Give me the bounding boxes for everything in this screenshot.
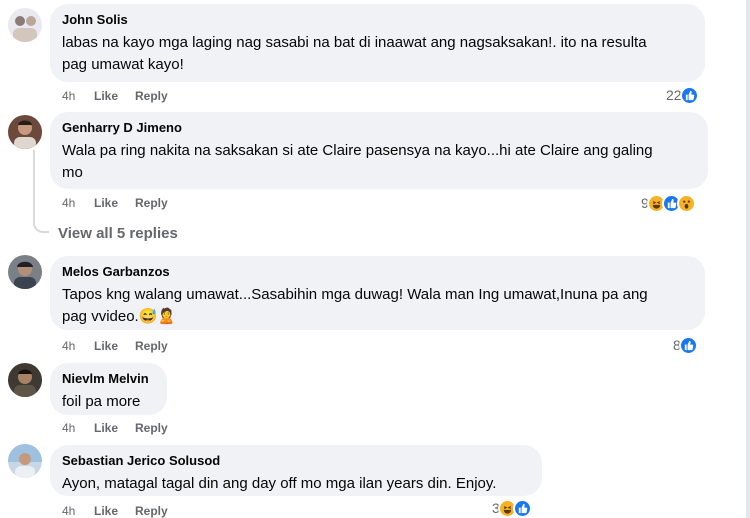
like-icon	[512, 498, 532, 518]
like-link[interactable]: Like	[94, 195, 118, 211]
comment-bubble: Sebastian Jerico Solusod Ayon, matagal t…	[50, 445, 542, 496]
comment-bubble: Nievlm Melvin foil pa more	[50, 363, 167, 415]
comment-text: labas na kayo mga laging nag sasabi na b…	[62, 34, 647, 73]
thread-line	[33, 150, 35, 222]
reply-link[interactable]: Reply	[135, 195, 168, 211]
comment-text: Tapos kng walang umawat...Sasabihin mga …	[62, 286, 648, 325]
comment-actions: 4h Like Reply	[62, 503, 222, 518]
comment-time[interactable]: 4h	[62, 338, 75, 354]
view-all-replies-link[interactable]: View all 5 replies	[58, 225, 178, 242]
comment-text: Ayon, matagal tagal din ang day off mo m…	[62, 475, 497, 492]
comment-author[interactable]: John Solis	[62, 12, 693, 28]
avatar[interactable]	[8, 363, 42, 397]
thread-connector	[33, 221, 49, 233]
comment-actions: 4h Like Reply	[62, 195, 222, 211]
reaction-summary[interactable]: 3	[492, 497, 532, 518]
comment-actions: 4h Like Reply	[62, 88, 222, 104]
reply-link[interactable]: Reply	[135, 503, 168, 518]
avatar[interactable]	[8, 255, 42, 289]
comment-time[interactable]: 4h	[62, 503, 75, 518]
comment-author[interactable]: Sebastian Jerico Solusod	[62, 453, 530, 469]
like-link[interactable]: Like	[94, 88, 118, 104]
like-icon	[679, 85, 699, 105]
comment-bubble: John Solis labas na kayo mga laging nag …	[50, 4, 705, 82]
comment-actions: 4h Like Reply	[62, 420, 222, 436]
like-link[interactable]: Like	[94, 338, 118, 354]
like-link[interactable]: Like	[94, 503, 118, 518]
comment-text: Wala pa ring nakita na saksakan si ate C…	[62, 142, 653, 181]
comment-author[interactable]: Melos Garbanzos	[62, 264, 693, 280]
comment-actions: 4h Like Reply	[62, 338, 222, 354]
reply-link[interactable]: Reply	[135, 420, 168, 436]
comment-bubble: Melos Garbanzos Tapos kng walang umawat.…	[50, 256, 705, 330]
comment-time[interactable]: 4h	[62, 195, 75, 211]
comment-text: foil pa more	[62, 393, 141, 410]
scrollbar-track[interactable]	[746, 0, 750, 518]
reaction-summary[interactable]: 22	[666, 84, 699, 106]
comment-time[interactable]: 4h	[62, 420, 75, 436]
avatar[interactable]	[8, 115, 42, 149]
avatar[interactable]	[8, 8, 42, 42]
comment-bubble: Genharry D Jimeno Wala pa ring nakita na…	[50, 112, 708, 189]
reply-link[interactable]: Reply	[135, 338, 168, 354]
avatar[interactable]	[8, 444, 42, 478]
like-icon	[678, 335, 698, 355]
wow-icon	[676, 193, 696, 213]
reaction-summary[interactable]: 8	[673, 334, 698, 356]
comment-time[interactable]: 4h	[62, 88, 75, 104]
comment-author[interactable]: Nievlm Melvin	[62, 371, 155, 387]
like-link[interactable]: Like	[94, 420, 118, 436]
reply-link[interactable]: Reply	[135, 88, 168, 104]
reaction-summary[interactable]: 9	[641, 192, 696, 214]
comment-author[interactable]: Genharry D Jimeno	[62, 120, 696, 136]
